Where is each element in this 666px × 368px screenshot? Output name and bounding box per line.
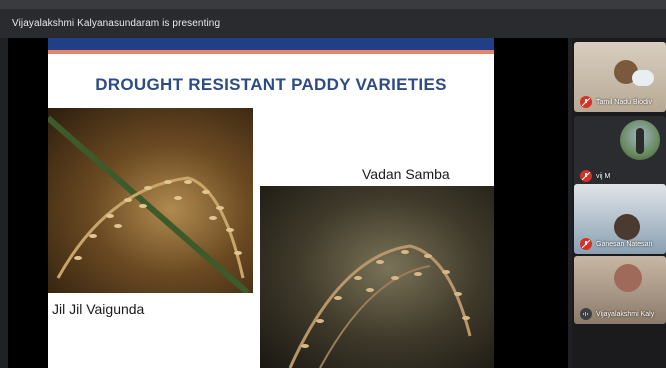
meeting-topbar: Vijayalakshmi Kalyanasundaram is present… [0,0,666,38]
participant-rail: Tamil Nadu Biodiv vij M Ganesan Natesan … [572,38,666,368]
slide-title: DROUGHT RESISTANT PADDY VARIETIES [95,75,447,94]
participant-tile[interactable]: vij M [574,116,666,186]
mic-muted-icon [580,238,592,250]
mic-muted-icon [580,170,592,182]
jil-jil-vaigunda-photo [48,108,253,293]
shared-slide: DROUGHT RESISTANT PADDY VARIETIES Vadan … [48,38,494,368]
variety-label-vadan-samba: Vadan Samba [362,166,450,182]
participant-video [614,214,640,240]
participant-name: vij M [596,173,611,180]
mic-muted-icon [580,96,592,108]
window-strip [0,0,666,9]
participant-tile[interactable]: Vijayalakshmi Kaly [574,256,666,324]
slide-accent-band [48,50,494,54]
participant-video [614,264,642,292]
participant-avatar [620,120,660,160]
presenting-banner: Vijayalakshmi Kalyanasundaram is present… [12,18,221,29]
participant-name: Vijayalakshmi Kaly [596,311,655,318]
variety-label-jil-jil-vaigunda: Jil Jil Vaigunda [52,301,145,317]
mic-on-icon [580,308,592,320]
participant-tile[interactable]: Ganesan Natesan [574,184,666,254]
slide-header-band [48,38,494,50]
vadan-samba-photo [260,186,494,368]
participant-name: Ganesan Natesan [596,241,653,248]
participant-tile[interactable]: Tamil Nadu Biodiv [574,42,666,112]
participant-name: Tamil Nadu Biodiv [596,99,653,106]
face-mask [632,70,654,86]
